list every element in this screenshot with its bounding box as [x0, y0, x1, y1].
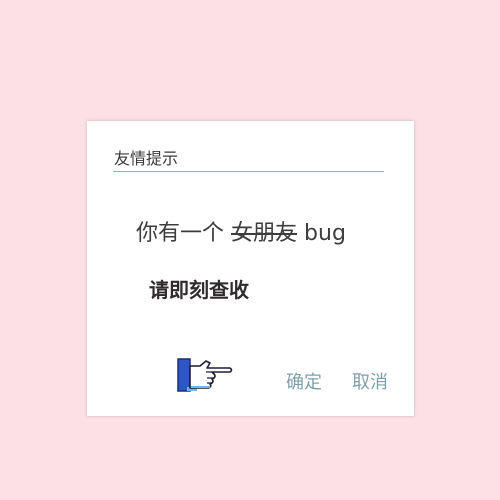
dialog-message: 你有一个 女朋友 bug	[136, 215, 346, 247]
message-prefix: 你有一个	[136, 221, 225, 246]
title-divider	[113, 171, 384, 172]
page-background: 友情提示 你有一个 女朋友 bug 请即刻查收 确定 取消	[0, 0, 500, 500]
alert-dialog: 友情提示 你有一个 女朋友 bug 请即刻查收 确定 取消	[87, 121, 414, 416]
confirm-button[interactable]: 确定	[286, 368, 322, 394]
message-struck-text: 女朋友	[231, 221, 298, 246]
pointing-hand-icon	[177, 358, 233, 392]
cancel-button[interactable]: 取消	[352, 368, 388, 394]
message-suffix: bug	[304, 221, 346, 246]
dialog-sub-message: 请即刻查收	[149, 278, 249, 302]
dialog-title: 友情提示	[114, 149, 179, 168]
